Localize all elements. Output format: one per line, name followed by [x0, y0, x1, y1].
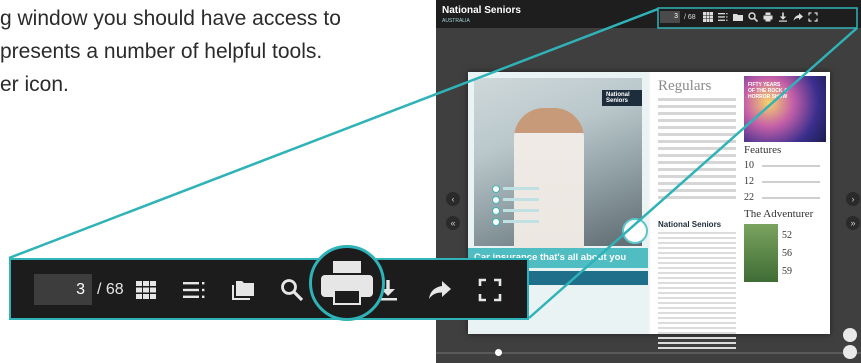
last-page-button[interactable]: »	[846, 216, 860, 230]
feature-line	[762, 197, 820, 199]
thumbnails-icon[interactable]	[703, 12, 714, 23]
folder-icon[interactable]	[230, 277, 256, 303]
instruction-line: g window you should have access to	[0, 7, 341, 30]
print-icon[interactable]	[763, 12, 774, 23]
page-total: / 68	[97, 281, 124, 298]
national-seniors-logo: National Seniors	[658, 220, 722, 229]
prev-page-button[interactable]: ‹	[446, 192, 460, 206]
search-icon[interactable]	[279, 277, 305, 303]
zoom-out-button[interactable]	[843, 345, 857, 359]
search-icon[interactable]	[748, 12, 759, 23]
page-number-input[interactable]: 3	[660, 11, 680, 23]
download-icon[interactable]	[778, 12, 789, 23]
right-page[interactable]: Regulars FIFTY YEARS OF THE ROCK & HORRO…	[650, 72, 830, 354]
page-slider-handle[interactable]	[495, 349, 502, 356]
fullscreen-icon[interactable]	[477, 277, 503, 303]
trees-photo	[744, 224, 778, 282]
thumbnails-icon[interactable]	[133, 277, 159, 303]
next-page-button[interactable]: ›	[846, 192, 860, 206]
feature-number: 22	[744, 192, 754, 203]
folder-icon[interactable]	[733, 12, 744, 23]
instruction-text: g window you should have access to prese…	[0, 2, 430, 101]
regulars-title: Regulars	[658, 78, 712, 94]
share-icon[interactable]	[793, 12, 804, 23]
regulars-list	[658, 98, 736, 203]
badge-logo: National Seniors	[602, 90, 642, 106]
feature-number: 12	[744, 176, 754, 187]
adventurer-number: 56	[782, 248, 792, 259]
zoom-in-button[interactable]	[843, 328, 857, 342]
features-title: Features	[744, 144, 782, 156]
table-of-contents-icon[interactable]	[718, 12, 729, 23]
adventurer-number: 59	[782, 266, 792, 277]
brand-logo: National Seniors AUSTRALIA	[442, 6, 521, 26]
page-total: / 68	[684, 13, 696, 21]
page-number-input[interactable]: 3	[34, 274, 92, 305]
feature-line	[762, 181, 820, 183]
viewer-top-bar: National Seniors AUSTRALIA 3 / 68	[436, 0, 861, 28]
viewer-toolbar: 3 / 68	[660, 9, 856, 25]
car-icon	[622, 218, 648, 244]
first-page-button[interactable]: «	[446, 216, 460, 230]
feature-number: 10	[744, 160, 754, 171]
table-of-contents-icon[interactable]	[181, 277, 207, 303]
instruction-line: er icon.	[0, 73, 69, 96]
instruction-line: presents a number of helpful tools.	[0, 40, 323, 63]
adventurer-number: 52	[782, 230, 792, 241]
adventurer-title: The Adventurer	[744, 208, 814, 220]
checklist	[492, 184, 539, 228]
cover-photo: National Seniors	[474, 78, 648, 248]
fullscreen-icon[interactable]	[808, 12, 819, 23]
brand-name: National Seniors	[442, 5, 521, 16]
concert-caption: FIFTY YEARS OF THE ROCK & HORROR SHOW	[748, 82, 788, 100]
brand-subtitle: AUSTRALIA	[442, 18, 470, 24]
share-icon[interactable]	[427, 277, 453, 303]
masthead-text	[658, 232, 736, 357]
print-icon[interactable]	[309, 245, 385, 321]
magnified-toolbar: 3 / 68	[9, 258, 529, 320]
feature-line	[762, 165, 820, 167]
